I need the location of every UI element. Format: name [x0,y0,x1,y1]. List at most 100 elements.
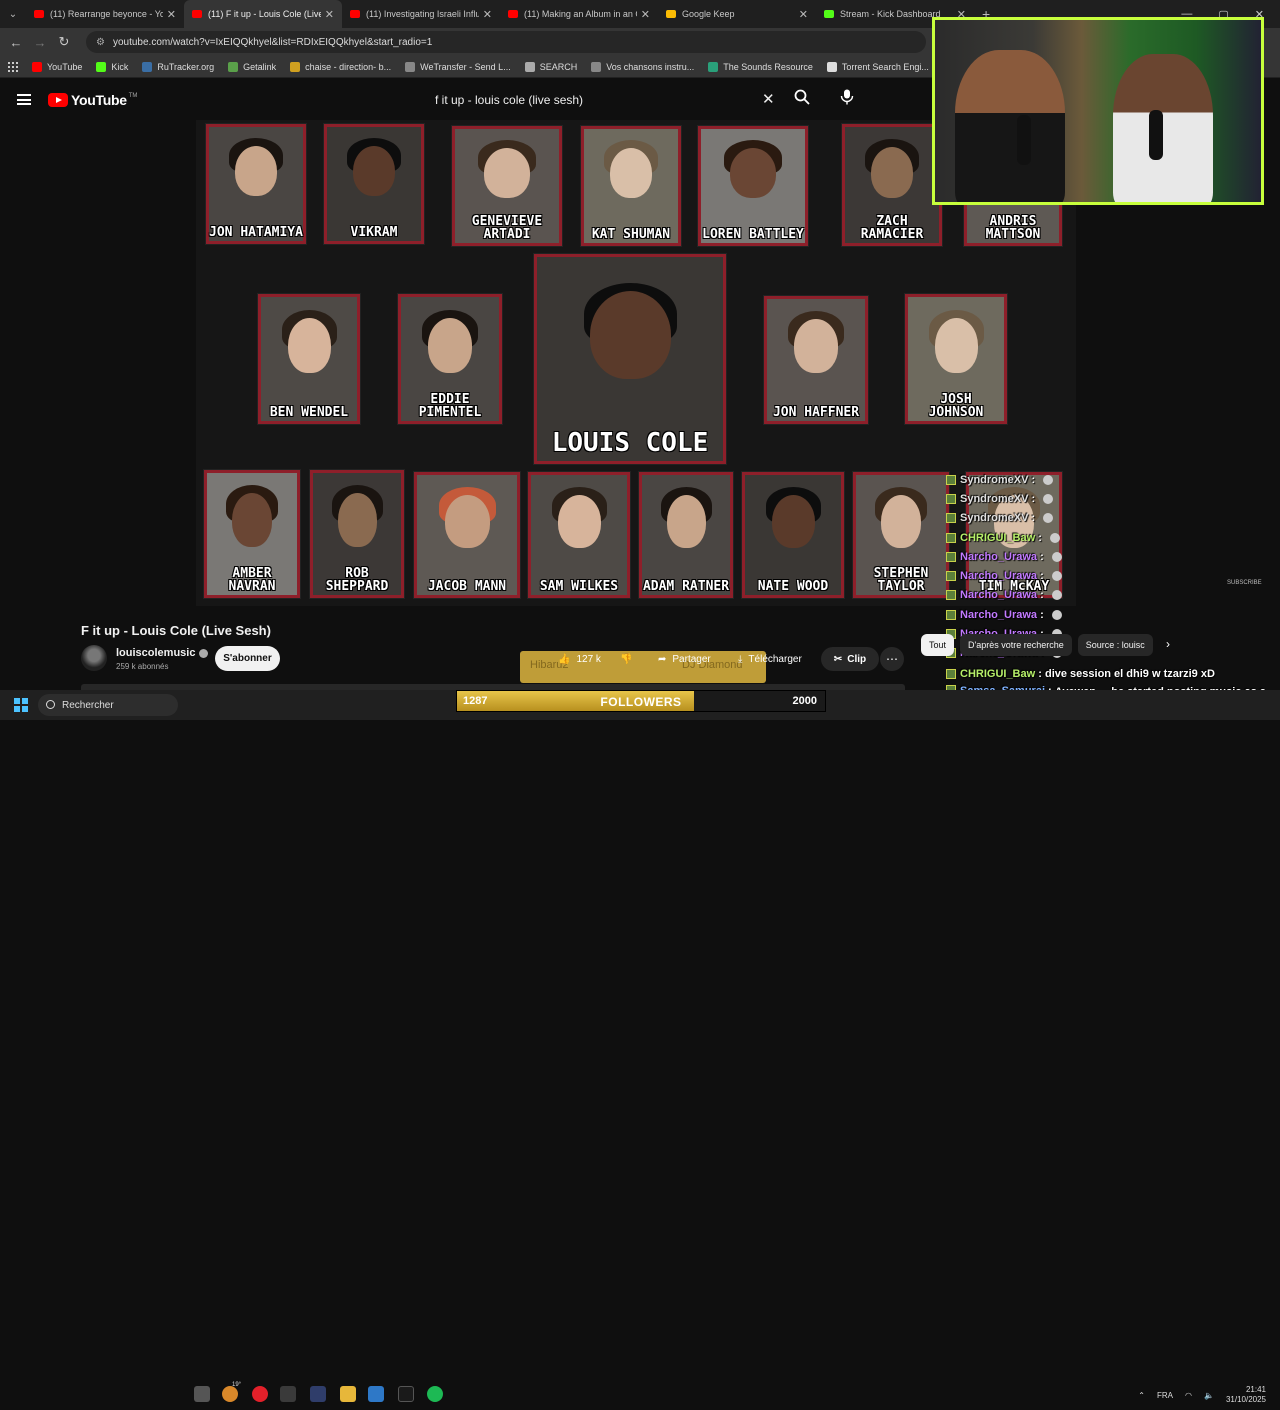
musician-tile: ROB SHEPPARD [310,470,404,598]
musician-name: BEN WENDEL [269,405,349,420]
like-button[interactable]: 👍 127 k [558,652,601,666]
search-input[interactable]: f it up - louis cole (live sesh) [423,87,783,113]
subscribe-button[interactable]: S'abonner [215,646,280,671]
language-indicator[interactable]: FRA [1157,1391,1173,1400]
wifi-icon[interactable]: ◠ [1185,1391,1192,1400]
tab-title: (11) Rearrange beyonce - YouTube [50,9,163,19]
bookmark-item[interactable]: The Sounds Resource [708,61,813,72]
musician-name: GENEVIEVE ARTADI [471,214,543,242]
tab-favicon-icon [824,10,834,18]
dislike-button[interactable]: 👎 [620,652,632,666]
bookmark-favicon-icon [591,61,602,72]
chat-badge-icon [946,494,956,504]
filter-chip[interactable]: Tout [921,634,955,656]
bookmark-item[interactable]: RuTracker.org [142,61,214,72]
url-field[interactable]: ⚙ youtube.com/watch?v=IxEIQQkhyel&list=R… [86,31,926,53]
verified-icon [199,648,209,658]
spotify-icon[interactable] [427,1386,443,1402]
chat-username: SyndromeXV [960,493,1029,505]
channel-avatar[interactable] [81,645,107,671]
bookmark-favicon-icon [228,61,239,72]
browser-tab[interactable]: (11) Making an Album in an OF ✕ [500,0,658,28]
chat-separator: : [1037,589,1047,601]
musician-face [445,495,490,548]
browser-tab[interactable]: (11) Rearrange beyonce - YouTube ✕ [26,0,184,28]
download-button[interactable]: ⤓ Télécharger [738,652,802,666]
chat-emote-icon [1051,590,1062,600]
browser-tab[interactable]: Google Keep ✕ [658,0,816,28]
taskbar-search-icon [46,700,55,709]
musician-name: NATE WOOD [757,579,829,594]
menu-hamburger-icon[interactable] [17,94,31,105]
chat-message: SyndromeXV : [946,512,1054,524]
tab-close-icon[interactable]: ✕ [799,8,808,21]
bookmark-list: YouTube Kick RuTracker.org Getalink chaise -… [32,61,1074,72]
tab-close-icon[interactable]: ✕ [483,8,492,21]
live-app-icon[interactable] [398,1386,414,1402]
like-count: 127 k [576,653,601,665]
clip-button[interactable]: ✂ Clip [821,647,879,671]
tab-close-icon[interactable]: ✕ [641,8,650,21]
clock-date: 31/10/2025 [1225,1395,1266,1404]
bookmark-item[interactable]: Torrent Search Engi... [826,61,929,72]
musician-face [794,319,838,373]
tab-title: (11) F it up - Louis Cole (Live Se [208,9,321,19]
share-button[interactable]: ➦ Partager [658,652,711,666]
opera-icon[interactable] [252,1386,268,1402]
tray-chevron-icon[interactable]: ⌃ [1138,1391,1145,1400]
bookmark-item[interactable]: SEARCH [524,61,577,72]
weather-icon[interactable] [222,1386,238,1402]
tab-search-chevron-icon[interactable]: ⌄ [0,0,26,28]
app-icon-3[interactable] [368,1386,384,1402]
file-explorer-icon[interactable] [340,1386,356,1402]
share-label: Partager [672,653,711,665]
app-icon-1[interactable] [280,1386,296,1402]
bookmark-item[interactable]: YouTube [32,61,82,72]
streamer-webcam-overlay [932,17,1264,205]
more-actions-icon[interactable]: ⋯ [880,647,904,671]
site-info-icon[interactable]: ⚙ [96,37,105,48]
musician-name: ANDRIS MATTSON [985,214,1041,242]
windows-start-icon[interactable] [14,698,28,712]
musician-tile: AMBER NAVRAN [204,470,300,598]
filter-chip[interactable]: Source : louisc [1077,634,1153,656]
musician-tile: STEPHEN TAYLOR [853,472,949,598]
chips-next-chevron-icon[interactable]: › [1166,637,1170,651]
bookmark-label: Torrent Search Engi... [841,61,929,72]
tab-close-icon[interactable]: ✕ [325,8,334,21]
back-arrow-icon[interactable]: ← [4,35,28,50]
volume-icon[interactable]: 🔈 [1204,1391,1214,1400]
youtube-logo[interactable]: YouTube TM [48,92,137,108]
bookmark-item[interactable]: chaise - direction- b... [290,61,392,72]
filter-chip[interactable]: D'après votre recherche [960,634,1072,656]
chat-emote-icon [1051,610,1062,620]
browser-tab[interactable]: (11) F it up - Louis Cole (Live Se ✕ [184,0,342,28]
channel-name[interactable]: louiscolemusic [116,647,209,659]
bookmark-item[interactable]: Vos chansons instru... [591,61,694,72]
microphone-icon[interactable] [840,89,854,105]
bookmark-item[interactable]: Kick [96,61,128,72]
reload-icon[interactable]: ↻ [52,34,76,50]
browser-tab[interactable]: (11) Investigating Israeli Influen ✕ [342,0,500,28]
chat-username: Narcho_Urawa [960,570,1038,582]
app-icon-2[interactable] [310,1386,326,1402]
clear-search-icon[interactable]: ✕ [762,90,775,108]
bookmark-item[interactable]: Getalink [228,61,276,72]
channel-name-text[interactable]: louiscolemusic [116,647,195,659]
chat-username: SyndromeXV [960,512,1029,524]
tab-favicon-icon [34,10,44,18]
bookmark-label: chaise - direction- b... [305,61,392,72]
apps-grid-icon[interactable] [8,61,18,72]
musician-name: VIKRAM [350,225,398,240]
chat-separator: : [1028,512,1039,524]
musician-tile: LOUIS COLE [534,254,726,464]
tab-close-icon[interactable]: ✕ [167,8,176,21]
chat-message: Narcho_Urawa : [946,589,1062,601]
forward-arrow-icon[interactable]: → [28,35,52,50]
taskbar-search-input[interactable]: Rechercher [38,694,178,716]
clock[interactable]: 21:41 31/10/2025 [1226,1385,1266,1405]
chat-emote-icon [1043,475,1054,485]
bookmark-item[interactable]: WeTransfer - Send L... [405,61,511,72]
search-icon[interactable] [794,89,810,105]
task-view-icon[interactable] [194,1386,210,1402]
